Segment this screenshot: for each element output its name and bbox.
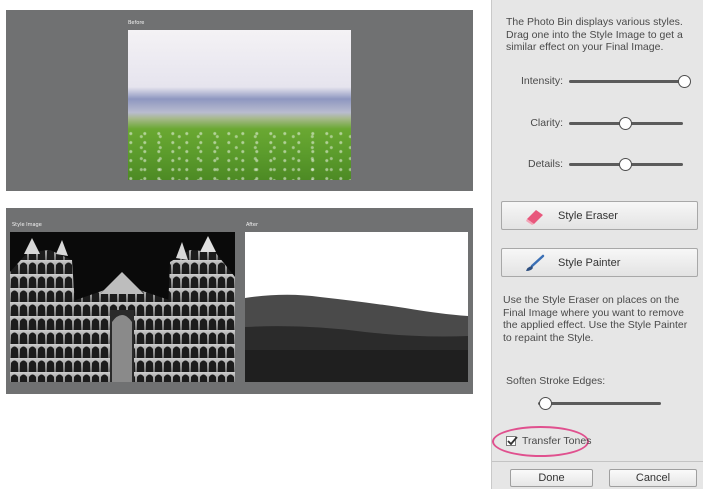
clarity-slider-knob[interactable] — [619, 117, 632, 130]
details-label: Details: — [527, 158, 563, 170]
soften-stroke-edges-label: Soften Stroke Edges: — [506, 375, 606, 387]
style-image-label: Style Image — [12, 222, 42, 228]
intensity-slider[interactable] — [569, 80, 683, 83]
after-landscape-picture — [245, 232, 468, 382]
intensity-label: Intensity: — [520, 75, 563, 87]
soften-stroke-edges-knob[interactable] — [539, 397, 552, 410]
brush-icon — [526, 254, 545, 271]
intensity-slider-knob[interactable] — [678, 75, 691, 88]
style-painter-button[interactable]: Style Painter — [501, 248, 698, 277]
grass-field — [128, 130, 351, 180]
transfer-tones-checkbox[interactable] — [506, 436, 518, 446]
details-slider-knob[interactable] — [619, 158, 632, 171]
style-eraser-label: Style Eraser — [558, 210, 618, 222]
before-image — [128, 30, 351, 180]
eraser-icon — [526, 210, 543, 225]
cancel-button[interactable]: Cancel — [609, 469, 697, 487]
style-painter-label: Style Painter — [558, 257, 621, 269]
footer-divider — [492, 461, 703, 462]
after-label: After — [246, 222, 259, 228]
intro-text: The Photo Bin displays various styles. D… — [506, 16, 683, 53]
checkmark-icon — [507, 436, 518, 446]
transfer-tones-label[interactable]: Transfer Tones — [522, 435, 591, 448]
style-image[interactable] — [10, 232, 235, 382]
clarity-label: Clarity: — [530, 117, 563, 129]
before-label: Before — [128, 20, 145, 26]
soften-stroke-edges-slider[interactable] — [538, 402, 661, 405]
style-eraser-button[interactable]: Style Eraser — [501, 201, 698, 230]
help-text: Use the Style Eraser on places on the Fi… — [503, 294, 688, 344]
done-button[interactable]: Done — [510, 469, 593, 487]
guided-edit-panel: The Photo Bin displays various styles. D… — [491, 0, 703, 489]
after-image — [245, 232, 468, 382]
cathedral-picture — [10, 232, 235, 382]
